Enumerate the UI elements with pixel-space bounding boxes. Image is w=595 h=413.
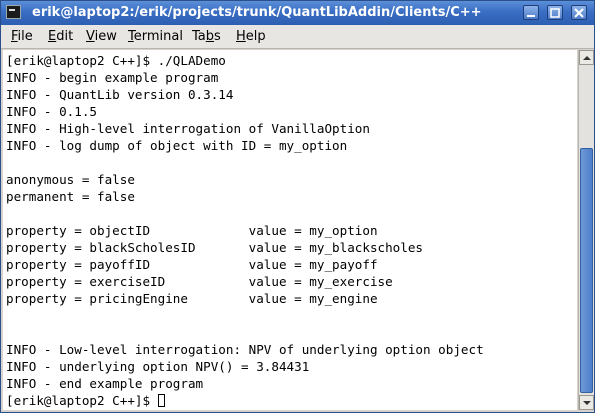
terminal-line: anonymous = false	[6, 172, 135, 187]
terminal-line: permanent = false	[6, 189, 135, 204]
maximize-icon	[550, 8, 560, 18]
menu-edit[interactable]: Edit	[48, 29, 73, 44]
scroll-down-button[interactable]	[579, 395, 594, 410]
terminal-line: property = exerciseID value = my_exercis…	[6, 274, 393, 289]
terminal-line: INFO - begin example program	[6, 70, 219, 85]
minimize-button[interactable]	[523, 5, 539, 20]
terminal-window: erik@laptop2:/erik/projects/trunk/QuantL…	[0, 0, 595, 413]
title-bar[interactable]: erik@laptop2:/erik/projects/trunk/QuantL…	[1, 1, 594, 25]
terminal-line: property = objectID value = my_option	[6, 223, 378, 238]
terminal-line: INFO - QuantLib version 0.3.14	[6, 87, 234, 102]
menu-terminal[interactable]: Terminal	[128, 29, 183, 44]
terminal-line: property = pricingEngine value = my_engi…	[6, 291, 378, 306]
maximize-button[interactable]	[547, 5, 563, 20]
terminal-line: INFO - log dump of object with ID = my_o…	[6, 138, 348, 153]
close-icon	[574, 8, 584, 18]
close-button[interactable]	[571, 5, 587, 20]
scroll-up-button[interactable]	[579, 50, 594, 65]
menu-view[interactable]: View	[86, 29, 117, 44]
menu-file[interactable]: File	[11, 29, 33, 44]
menu-bar: File Edit View Terminal Tabs Help	[1, 25, 594, 49]
terminal-line: INFO - High-level interrogation of Vanil…	[6, 121, 370, 136]
terminal-line: INFO - underlying option NPV() = 3.84431	[6, 359, 310, 374]
terminal-output[interactable]: [erik@laptop2 C++]$ ./QLADemo INFO - begi…	[3, 50, 577, 410]
menu-help[interactable]: Help	[236, 29, 266, 44]
terminal-line: property = blackScholesID value = my_bla…	[6, 240, 424, 255]
text-cursor	[157, 394, 165, 407]
terminal-line: INFO - Low-level interrogation: NPV of u…	[6, 342, 484, 357]
terminal-prompt: [erik@laptop2 C++]$	[6, 393, 158, 408]
arrow-down-icon	[583, 401, 591, 405]
terminal-lines: [erik@laptop2 C++]$ ./QLADemo INFO - begi…	[3, 50, 577, 409]
vertical-scrollbar[interactable]	[578, 50, 594, 410]
arrow-up-icon	[583, 56, 591, 60]
terminal-icon	[6, 5, 21, 19]
terminal-line: property = payoffID value = my_payoff	[6, 257, 378, 272]
window-title: erik@laptop2:/erik/projects/trunk/QuantL…	[32, 5, 482, 20]
minimize-icon	[527, 15, 535, 17]
terminal-line: INFO - end example program	[6, 376, 204, 391]
terminal-line: [erik@laptop2 C++]$ ./QLADemo	[6, 53, 226, 68]
menu-tabs[interactable]: Tabs	[192, 29, 221, 44]
terminal-line: INFO - 0.1.5	[6, 104, 97, 119]
terminal-prompt-line: [erik@laptop2 C++]$	[6, 392, 577, 409]
scrollbar-thumb[interactable]	[580, 148, 593, 393]
